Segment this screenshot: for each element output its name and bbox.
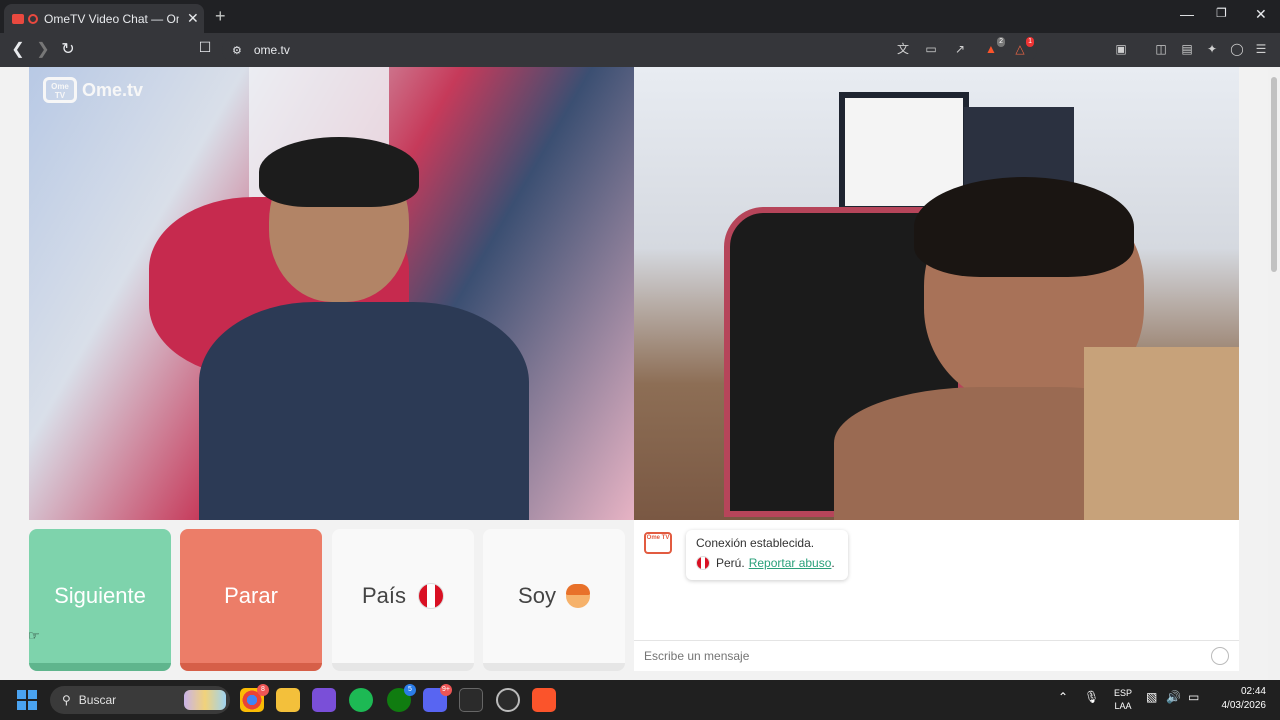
browser-tab-bar: OmeTV Video Chat — Omegle ✕ + — ❐ ✕ bbox=[0, 0, 1280, 33]
scrollbar-thumb[interactable] bbox=[1271, 77, 1277, 272]
leo-ai-icon[interactable]: ✦ bbox=[1204, 41, 1220, 57]
clock-date: 4/03/2026 bbox=[1221, 700, 1267, 711]
taskbar-search[interactable]: ⚲ Buscar bbox=[50, 686, 230, 714]
country-label: País bbox=[361, 583, 407, 608]
tab-title: OmeTV Video Chat — Omegle bbox=[44, 11, 179, 26]
next-button[interactable]: Siguiente bbox=[29, 529, 171, 671]
report-suffix: . bbox=[831, 556, 835, 570]
search-icon: ⚲ bbox=[62, 693, 71, 707]
photos-icon[interactable] bbox=[312, 688, 336, 712]
file-explorer-icon[interactable] bbox=[276, 688, 300, 712]
logo-text: Ome.tv bbox=[82, 79, 144, 100]
network-icon[interactable]: ▧ bbox=[1146, 690, 1157, 704]
back-icon[interactable]: ❮ bbox=[8, 39, 28, 59]
show-hidden-icons-icon[interactable]: ⌃ bbox=[1058, 690, 1068, 704]
recording-icon bbox=[28, 13, 38, 24]
brave-rewards-icon[interactable]: △ 1 bbox=[1012, 37, 1034, 57]
wardrobe bbox=[1084, 347, 1239, 520]
tank-top bbox=[199, 302, 529, 520]
self-video bbox=[634, 67, 1239, 520]
next-label: Siguiente bbox=[54, 583, 146, 608]
volume-icon[interactable]: 🔊 bbox=[1166, 690, 1181, 704]
message-input[interactable] bbox=[644, 649, 1204, 663]
hair bbox=[914, 177, 1134, 277]
tab-close-icon[interactable]: ✕ bbox=[187, 10, 199, 27]
report-abuse-link[interactable]: Reportar abuso bbox=[749, 556, 832, 570]
hair bbox=[259, 137, 419, 207]
ometv-page: Ome TV Ome.tv Siguiente Parar País Soy O… bbox=[0, 67, 1268, 680]
stranger-video: Ome TV Ome.tv bbox=[29, 67, 634, 520]
search-label: Buscar bbox=[78, 693, 117, 707]
xbox-badge: 5 bbox=[404, 684, 416, 696]
stop-button[interactable]: Parar bbox=[180, 529, 322, 671]
discord-icon[interactable]: 9+ bbox=[423, 684, 452, 712]
obs-icon[interactable] bbox=[496, 688, 520, 712]
connection-status: Conexión establecida. bbox=[696, 536, 815, 550]
brave-badge: 2 bbox=[997, 37, 1005, 47]
language-indicator[interactable]: ESP LAA bbox=[1112, 687, 1134, 713]
share-icon[interactable]: ↗ bbox=[952, 41, 968, 57]
gender-button[interactable]: Soy bbox=[483, 529, 625, 671]
reload-icon[interactable]: ↻ bbox=[58, 39, 78, 59]
new-tab-button[interactable]: + bbox=[215, 6, 226, 27]
youtube-icon bbox=[12, 13, 24, 24]
brave-icon[interactable] bbox=[532, 688, 556, 712]
partner-country: Perú. bbox=[716, 556, 745, 570]
close-window-icon[interactable]: ✕ bbox=[1255, 6, 1267, 23]
sidebar-icon[interactable]: ◫ bbox=[1153, 41, 1169, 57]
menu-icon[interactable]: ☰ bbox=[1253, 41, 1269, 57]
discord-badge: 9+ bbox=[440, 684, 452, 696]
minimize-icon[interactable]: — bbox=[1180, 6, 1194, 22]
page-scrollbar[interactable] bbox=[1268, 67, 1280, 680]
capcut-icon[interactable] bbox=[459, 688, 483, 712]
keyboard-layout: LAA bbox=[1114, 701, 1132, 711]
browser-toolbar: ❮ ❯ ↻ ☐ ⚙ ome.tv 文 ▭ ↗ ▲ 2 △ 1 ▣ ◫ ▤ ✦ ◯ ☰ bbox=[0, 33, 1280, 67]
peru-flag-icon bbox=[696, 556, 710, 570]
ometv-chat-icon: Ome TV bbox=[644, 532, 672, 554]
spotify-icon[interactable] bbox=[349, 688, 373, 712]
ometv-logo[interactable]: Ome TV Ome.tv bbox=[43, 77, 143, 103]
battery-icon[interactable]: ▭ bbox=[1188, 690, 1199, 704]
microphone-icon[interactable]: 🎙 bbox=[1084, 690, 1099, 704]
xbox-icon[interactable]: 5 bbox=[387, 684, 416, 712]
chrome-badge: 8 bbox=[257, 684, 269, 696]
hand-cursor-icon: ☞ bbox=[28, 628, 40, 643]
country-button[interactable]: País bbox=[332, 529, 474, 671]
rewards-badge: 1 bbox=[1026, 37, 1034, 47]
gender-label: Soy bbox=[518, 583, 556, 608]
screenshot-icon[interactable]: ▣ bbox=[1113, 41, 1129, 57]
bookmark-icon[interactable]: ☐ bbox=[195, 39, 215, 56]
browser-tab[interactable]: OmeTV Video Chat — Omegle ✕ bbox=[4, 4, 204, 33]
address-bar[interactable]: ⚙ ome.tv bbox=[222, 37, 1037, 63]
search-highlight-icon bbox=[184, 690, 226, 710]
brave-shields-icon[interactable]: ▲ 2 bbox=[983, 37, 1005, 57]
cast-icon[interactable]: ▭ bbox=[923, 41, 939, 57]
peru-flag-icon bbox=[418, 583, 445, 609]
windows-taskbar: ⚲ Buscar 8 5 9+ ⌃ 🎙 ESP LAA ▧ 🔊 ▭ 02:44 … bbox=[0, 680, 1280, 720]
message-bar bbox=[634, 640, 1239, 671]
language-code: ESP bbox=[1113, 688, 1132, 698]
restore-icon[interactable]: ❐ bbox=[1216, 6, 1227, 20]
system-message: Conexión establecida. Perú. Reportar abu… bbox=[686, 530, 848, 580]
clock-time: 02:44 bbox=[1240, 686, 1266, 697]
emoji-icon[interactable] bbox=[1211, 647, 1229, 665]
boy-emoji-icon bbox=[565, 584, 590, 608]
windows-start-icon[interactable] bbox=[17, 690, 37, 710]
site-info-icon[interactable]: ⚙ bbox=[232, 44, 242, 57]
stop-label: Parar bbox=[224, 583, 278, 608]
clock[interactable]: 02:44 4/03/2026 bbox=[1222, 685, 1267, 713]
chrome-icon[interactable]: 8 bbox=[240, 684, 269, 712]
vpn-icon[interactable]: ◯ bbox=[1229, 41, 1245, 57]
ometv-tv-icon: Ome TV bbox=[43, 77, 77, 103]
forward-icon[interactable]: ❯ bbox=[33, 39, 53, 59]
translate-icon[interactable]: 文 bbox=[895, 41, 911, 57]
wallet-icon[interactable]: ▤ bbox=[1179, 41, 1195, 57]
url-text: ome.tv bbox=[253, 43, 290, 57]
